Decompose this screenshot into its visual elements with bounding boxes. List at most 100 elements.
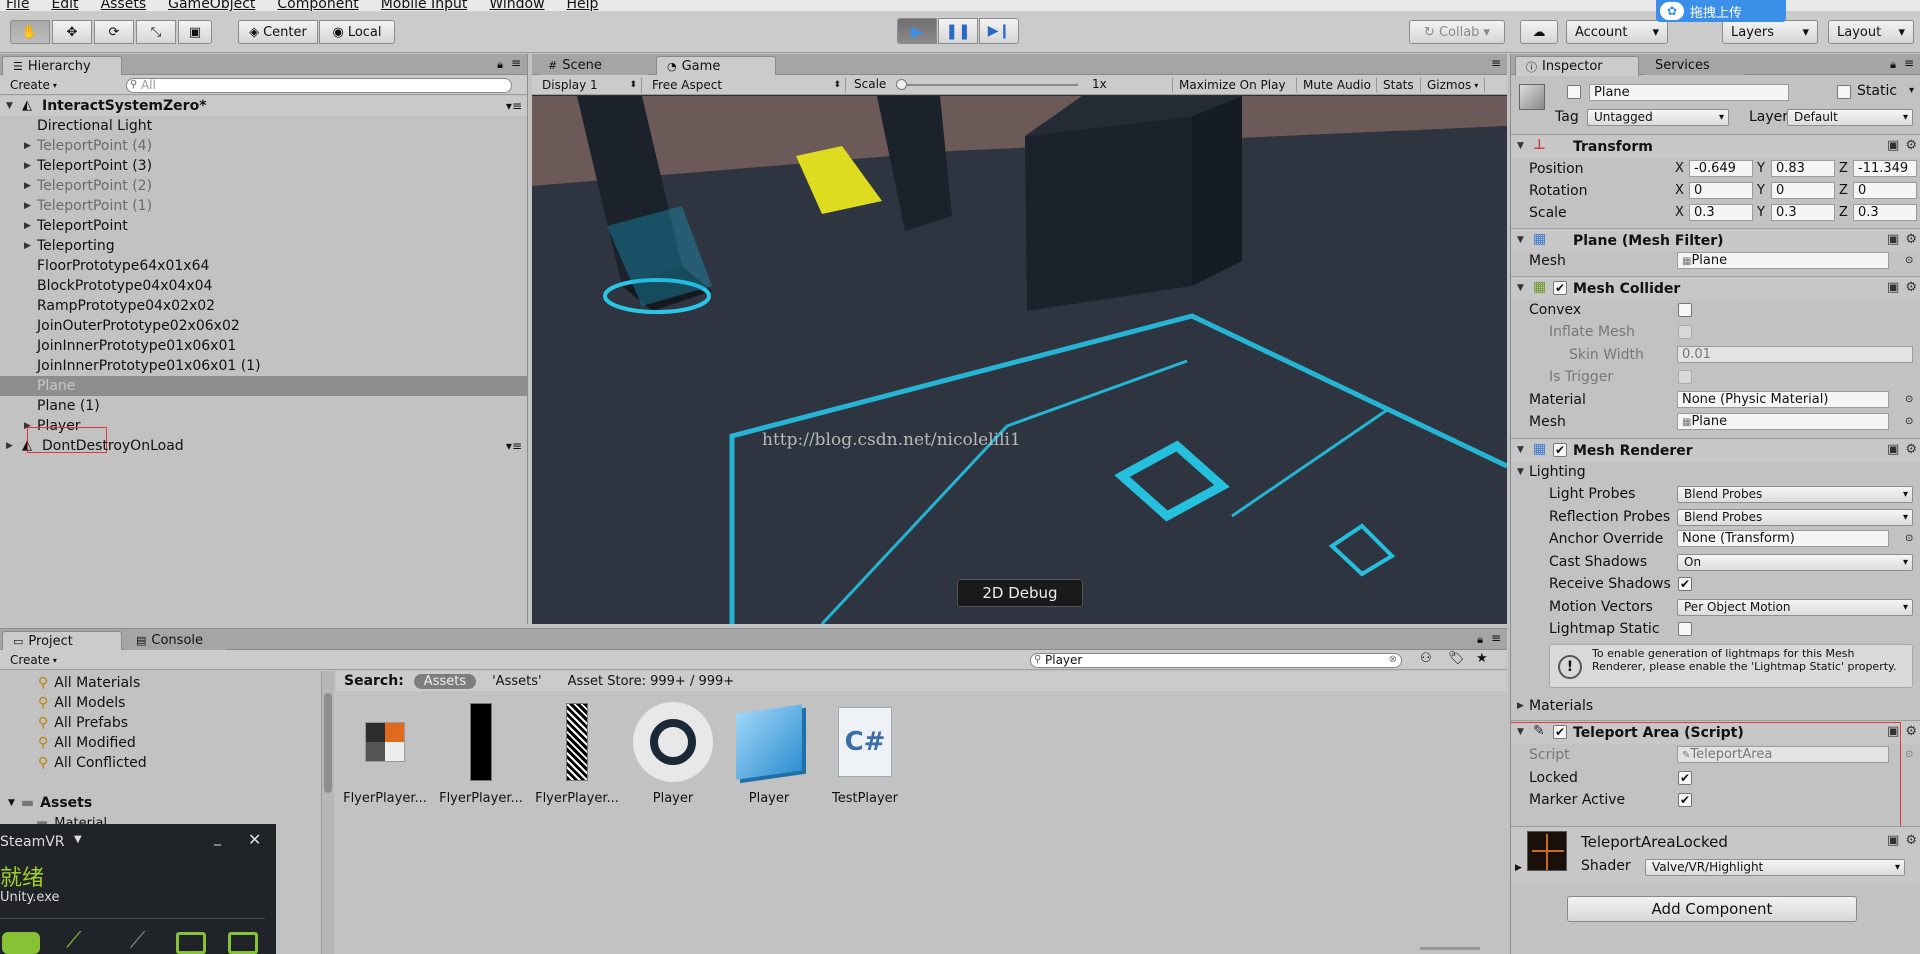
tab-scene[interactable]: # Scene bbox=[538, 56, 648, 75]
expand-arrow-icon[interactable]: ▶ bbox=[24, 236, 31, 256]
tree-scrollbar[interactable] bbox=[322, 671, 334, 954]
collider-mesh-field[interactable]: ▦Plane bbox=[1677, 413, 1889, 430]
gear-icon[interactable]: ⚙ bbox=[1905, 138, 1917, 153]
gear-icon[interactable]: ⚙ bbox=[1905, 724, 1917, 739]
menu-help[interactable]: Help bbox=[567, 0, 599, 11]
tag-dropdown[interactable]: Untagged bbox=[1587, 109, 1729, 126]
object-picker-icon[interactable]: ⊙ bbox=[1905, 250, 1913, 272]
zoom-slider[interactable] bbox=[1420, 947, 1480, 950]
rect-tool-button[interactable]: ▣ bbox=[178, 20, 212, 44]
step-button[interactable]: ▶❙ bbox=[979, 18, 1019, 44]
hierarchy-item[interactable]: ▶ TeleportPoint (3) bbox=[0, 156, 527, 176]
help-icon[interactable]: ▣ bbox=[1887, 280, 1899, 295]
collapse-arrow-icon[interactable]: ▼ bbox=[1517, 445, 1524, 455]
project-search-input[interactable]: ⚲ Player ⊗ bbox=[1030, 653, 1402, 668]
expand-arrow-icon[interactable]: ▶ bbox=[24, 196, 31, 216]
menu-edit[interactable]: Edit bbox=[51, 0, 78, 11]
account-dropdown[interactable]: Account ▾ bbox=[1566, 20, 1668, 44]
tab-game[interactable]: ◔ Game bbox=[656, 56, 776, 76]
pause-button[interactable]: ❚❚ bbox=[938, 18, 978, 44]
object-picker-icon[interactable]: ⊙ bbox=[1905, 528, 1913, 550]
transform-header[interactable]: ▼ ⊥ Transform ▣ ⚙ bbox=[1511, 134, 1920, 158]
hierarchy-item[interactable]: ▶ TeleportPoint (2) bbox=[0, 176, 527, 196]
baidu-upload-widget[interactable]: ✿ 拖拽上传 bbox=[1656, 0, 1786, 22]
hierarchy-search-input[interactable]: ⚲ All bbox=[126, 78, 512, 93]
asset-item[interactable]: FlyerPlayer... bbox=[340, 699, 430, 819]
expand-arrow-icon[interactable]: ▶ bbox=[24, 176, 31, 196]
position-z-field[interactable]: -11.349 bbox=[1853, 160, 1917, 177]
clear-search-icon[interactable]: ⊗ bbox=[1389, 653, 1397, 666]
hierarchy-item[interactable]: Plane (1) bbox=[0, 396, 527, 416]
cloud-button[interactable]: ☁ bbox=[1520, 20, 1558, 44]
scene-header[interactable]: ▼ ◭ InteractSystemZero* ▾≡ bbox=[0, 96, 527, 116]
mesh-renderer-header[interactable]: ▼ ▦ ✔ Mesh Renderer ▣ ⚙ bbox=[1511, 438, 1920, 462]
lighting-foldout[interactable]: ▼ Lighting bbox=[1511, 461, 1920, 483]
dropdown-arrow-icon[interactable]: ▼ bbox=[74, 834, 82, 845]
layer-dropdown[interactable]: Default bbox=[1787, 109, 1913, 126]
expand-arrow-icon[interactable]: ▶ bbox=[24, 216, 31, 236]
minimize-icon[interactable]: _ bbox=[214, 830, 221, 846]
position-x-field[interactable]: -0.649 bbox=[1689, 160, 1753, 177]
reflection-probes-dropdown[interactable]: Blend Probes bbox=[1677, 509, 1913, 526]
scene-menu-icon[interactable]: ▾≡ bbox=[506, 96, 522, 116]
mesh-filter-header[interactable]: ▼ ▦ Plane (Mesh Filter) ▣ ⚙ bbox=[1511, 228, 1920, 252]
layout-dropdown[interactable]: Layout ▾ bbox=[1828, 20, 1914, 44]
favorite-search-item[interactable]: ⚲ All Models bbox=[38, 693, 125, 713]
hierarchy-item[interactable]: BlockPrototype04x04x04 bbox=[0, 276, 527, 296]
hierarchy-item[interactable]: RampPrototype04x02x02 bbox=[0, 296, 527, 316]
expand-arrow-icon[interactable]: ▶ bbox=[1517, 695, 1524, 717]
materials-foldout[interactable]: ▶ Materials bbox=[1511, 695, 1920, 717]
static-dropdown-icon[interactable]: ▾ bbox=[1909, 85, 1914, 96]
receive-shadows-checkbox[interactable]: ✔ bbox=[1678, 577, 1692, 591]
motion-vectors-dropdown[interactable]: Per Object Motion bbox=[1677, 599, 1913, 616]
cast-shadows-dropdown[interactable]: On bbox=[1677, 554, 1913, 571]
static-checkbox[interactable] bbox=[1837, 85, 1851, 99]
scale-x-field[interactable]: 0.3 bbox=[1689, 204, 1753, 221]
play-button[interactable]: ▶ bbox=[897, 18, 937, 44]
hierarchy-item[interactable]: ▶ TeleportPoint (4) bbox=[0, 136, 527, 156]
scale-y-field[interactable]: 0.3 bbox=[1771, 204, 1835, 221]
expand-arrow-icon[interactable]: ▶ bbox=[24, 156, 31, 176]
add-component-button[interactable]: Add Component bbox=[1567, 896, 1857, 922]
tree-scrollbar-thumb[interactable] bbox=[324, 693, 332, 793]
scope-assets-button[interactable]: Assets bbox=[413, 673, 477, 689]
help-icon[interactable]: ▣ bbox=[1887, 138, 1899, 153]
aspect-dropdown[interactable]: Free Aspect ⬍ bbox=[646, 77, 846, 93]
hierarchy-item[interactable]: JoinInnerPrototype01x06x01 (1) bbox=[0, 356, 527, 376]
close-icon[interactable]: ✕ bbox=[248, 830, 261, 849]
menu-file[interactable]: File bbox=[6, 0, 29, 11]
lightmap-static-checkbox[interactable] bbox=[1678, 622, 1692, 636]
tab-console[interactable]: ▤ Console bbox=[126, 631, 226, 650]
menu-mobile-input[interactable]: Mobile Input bbox=[381, 0, 468, 11]
rotation-y-field[interactable]: 0 bbox=[1771, 182, 1835, 199]
pivot-local-button[interactable]: ◉ Local bbox=[319, 20, 395, 44]
hierarchy-item[interactable]: FloorPrototype64x01x64 bbox=[0, 256, 527, 276]
active-checkbox[interactable] bbox=[1567, 85, 1581, 99]
tab-services[interactable]: Services bbox=[1645, 56, 1745, 75]
move-tool-button[interactable]: ✥ bbox=[52, 20, 92, 44]
stats-toggle[interactable]: Stats bbox=[1376, 77, 1420, 93]
asset-item[interactable]: Player bbox=[724, 699, 814, 819]
hierarchy-item[interactable]: ▶ TeleportPoint (1) bbox=[0, 196, 527, 216]
menu-window[interactable]: Window bbox=[489, 0, 544, 11]
asset-item[interactable]: FlyerPlayer... bbox=[436, 699, 526, 819]
scene-menu-icon[interactable]: ▾≡ bbox=[506, 436, 522, 456]
mute-audio-toggle[interactable]: Mute Audio bbox=[1296, 77, 1377, 93]
lock-icon[interactable]: 🔒︎ bbox=[1477, 633, 1483, 647]
hierarchy-item[interactable]: Plane bbox=[0, 376, 527, 396]
rotate-tool-button[interactable]: ⟳ bbox=[94, 20, 134, 44]
tab-hierarchy[interactable]: ☰ Hierarchy bbox=[2, 56, 122, 76]
hand-tool-button[interactable]: ✋ bbox=[10, 20, 50, 44]
menu-assets[interactable]: Assets bbox=[101, 0, 147, 11]
shader-dropdown[interactable]: Valve/VR/Highlight bbox=[1645, 859, 1905, 876]
anchor-override-field[interactable]: None (Transform) bbox=[1677, 530, 1889, 547]
hierarchy-item[interactable]: JoinInnerPrototype01x06x01 bbox=[0, 336, 527, 356]
scope-folder-button[interactable]: 'Assets' bbox=[486, 674, 547, 689]
hierarchy-item[interactable]: ▶ TeleportPoint bbox=[0, 216, 527, 236]
expand-arrow-icon[interactable]: ▶ bbox=[6, 436, 13, 456]
mesh-collider-header[interactable]: ▼ ▦ ✔ Mesh Collider ▣ ⚙ bbox=[1511, 276, 1920, 300]
gear-icon[interactable]: ⚙ bbox=[1905, 833, 1917, 848]
dontdestroy-header[interactable]: ▶ ◭ DontDestroyOnLoad ▾≡ bbox=[0, 436, 527, 456]
tab-inspector[interactable]: ⓘ Inspector bbox=[1515, 56, 1639, 76]
scale-slider-thumb[interactable] bbox=[896, 79, 907, 90]
